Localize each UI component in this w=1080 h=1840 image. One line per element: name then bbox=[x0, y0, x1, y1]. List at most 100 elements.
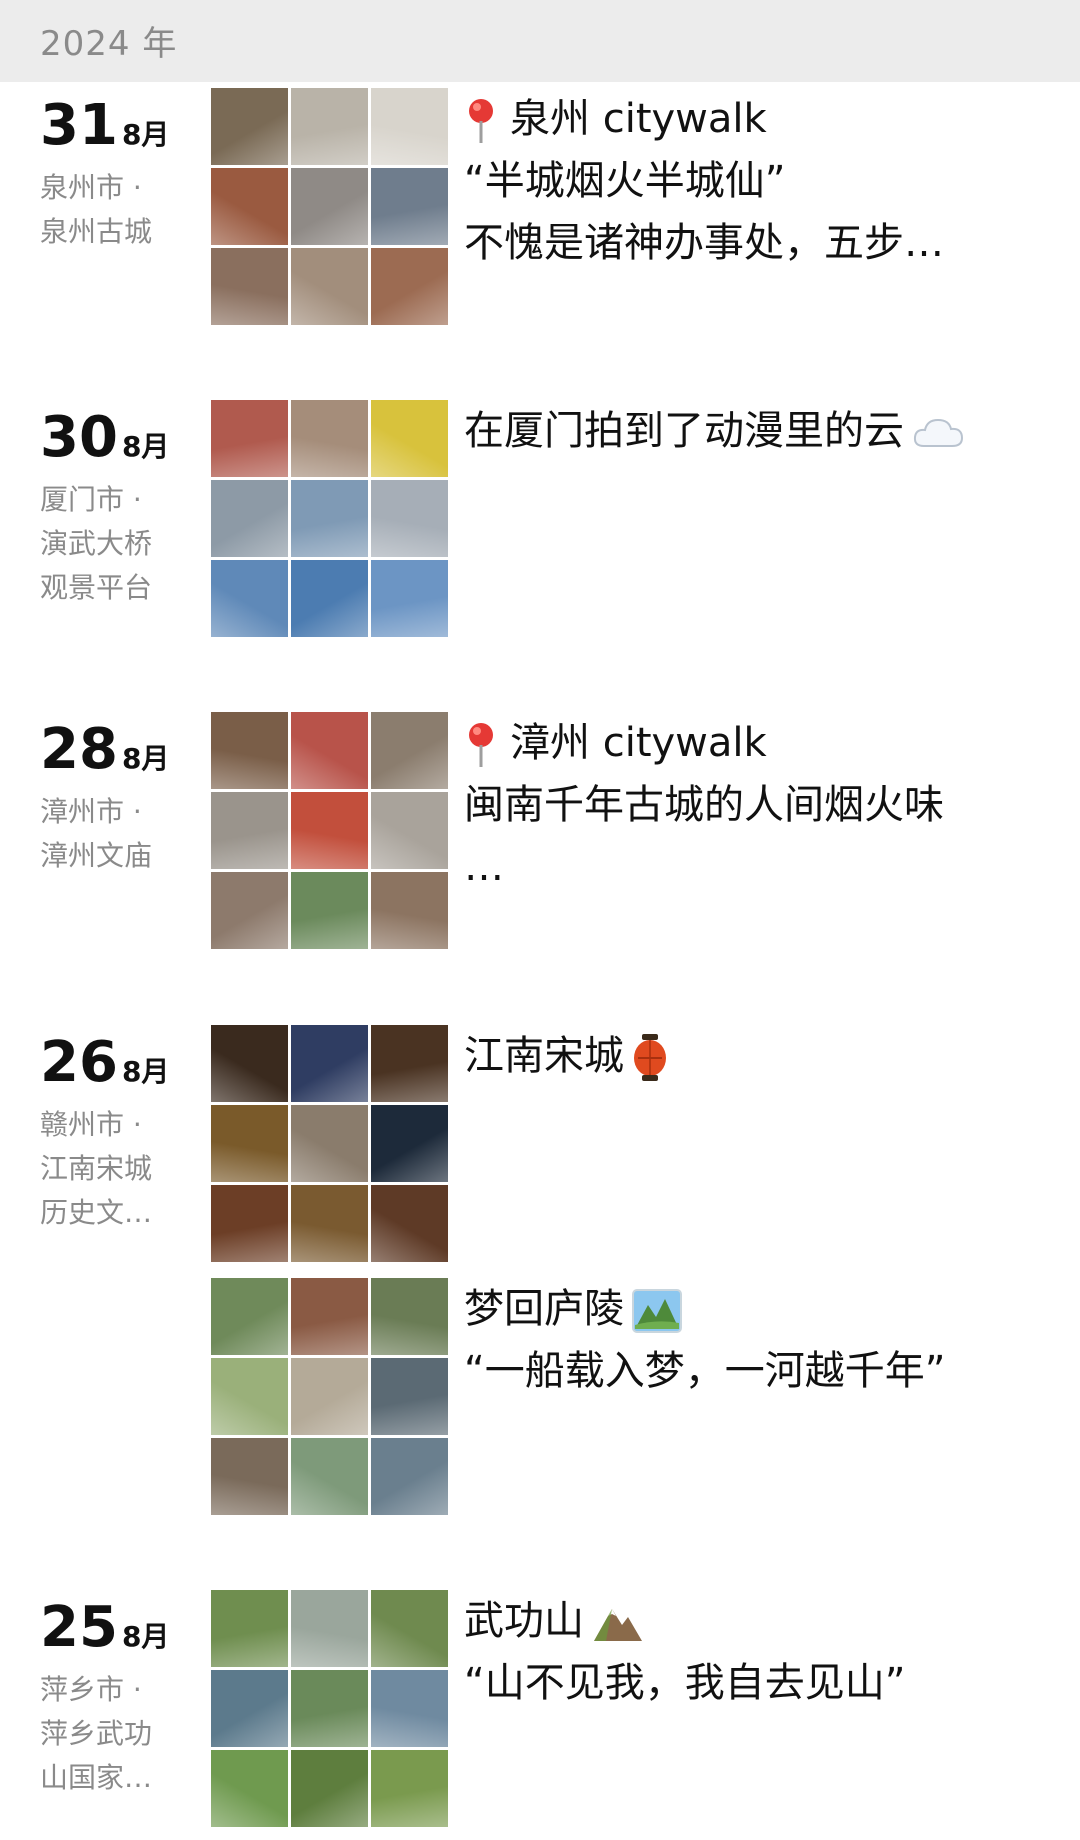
post-location: 漳州市 · 漳州文庙 bbox=[40, 790, 170, 878]
photo-thumbnail[interactable] bbox=[371, 1105, 448, 1182]
caption-line: … bbox=[464, 844, 504, 890]
date-day: 30 bbox=[40, 405, 118, 470]
photo-thumbnail[interactable] bbox=[211, 480, 288, 557]
photo-grid[interactable] bbox=[211, 1025, 449, 1263]
photo-thumbnail[interactable] bbox=[291, 480, 368, 557]
moment-post[interactable]: 31 8月 泉州市 · 泉州古城 泉州 citywalk “半城烟火半城仙” 不愧… bbox=[0, 88, 1080, 334]
caption-line: 武功山 bbox=[464, 1598, 584, 1644]
post-date: 31 8月 bbox=[40, 98, 169, 154]
photo-thumbnail[interactable] bbox=[211, 168, 288, 245]
post-location: 赣州市 · 江南宋城 历史文… bbox=[40, 1103, 170, 1235]
photo-thumbnail[interactable] bbox=[291, 1105, 368, 1182]
photo-thumbnail[interactable] bbox=[291, 712, 368, 789]
date-day: 25 bbox=[40, 1595, 118, 1660]
date-day: 28 bbox=[40, 717, 118, 782]
photo-thumbnail[interactable] bbox=[291, 1438, 368, 1515]
photo-grid[interactable] bbox=[211, 1278, 449, 1516]
photo-thumbnail[interactable] bbox=[371, 1590, 448, 1667]
location-line: 萍乡市 · bbox=[40, 1673, 142, 1706]
photo-thumbnail[interactable] bbox=[211, 872, 288, 949]
photo-thumbnail[interactable] bbox=[291, 168, 368, 245]
post-date: 30 8月 bbox=[40, 410, 169, 466]
photo-thumbnail[interactable] bbox=[211, 1105, 288, 1182]
photo-thumbnail[interactable] bbox=[211, 1438, 288, 1515]
photo-thumbnail[interactable] bbox=[371, 480, 448, 557]
photo-thumbnail[interactable] bbox=[371, 560, 448, 637]
photo-grid[interactable] bbox=[211, 400, 449, 638]
location-pin-icon bbox=[469, 723, 493, 767]
photo-thumbnail[interactable] bbox=[371, 1750, 448, 1827]
post-caption[interactable]: 武功山 “山不见我，我自去见山” bbox=[464, 1590, 1044, 1714]
location-pin-icon bbox=[469, 99, 493, 143]
photo-thumbnail[interactable] bbox=[291, 1670, 368, 1747]
photo-thumbnail[interactable] bbox=[371, 168, 448, 245]
post-caption[interactable]: 梦回庐陵 “一船载入梦，一河越千年” bbox=[464, 1278, 1044, 1402]
photo-thumbnail[interactable] bbox=[291, 1278, 368, 1355]
caption-line: 不愧是诸神办事处，五步… bbox=[464, 220, 944, 266]
photo-thumbnail[interactable] bbox=[291, 400, 368, 477]
photo-thumbnail[interactable] bbox=[291, 872, 368, 949]
photo-thumbnail[interactable] bbox=[211, 1025, 288, 1102]
year-label: 2024 年 bbox=[40, 24, 178, 64]
caption-line: 梦回庐陵 bbox=[464, 1286, 624, 1332]
photo-thumbnail[interactable] bbox=[211, 1750, 288, 1827]
photo-thumbnail[interactable] bbox=[291, 1025, 368, 1102]
photo-thumbnail[interactable] bbox=[211, 1590, 288, 1667]
photo-thumbnail[interactable] bbox=[291, 1590, 368, 1667]
date-day: 31 bbox=[40, 93, 118, 158]
caption-line: 泉州 citywalk bbox=[510, 96, 767, 142]
photo-thumbnail[interactable] bbox=[371, 88, 448, 165]
date-month: 8月 bbox=[121, 118, 170, 151]
photo-thumbnail[interactable] bbox=[371, 1438, 448, 1515]
date-day: 26 bbox=[40, 1030, 118, 1095]
moment-post[interactable]: 30 8月 厦门市 · 演武大桥 观景平台 在厦门拍到了动漫里的云 bbox=[0, 400, 1080, 646]
photo-grid[interactable] bbox=[211, 88, 449, 326]
photo-thumbnail[interactable] bbox=[371, 1185, 448, 1262]
location-line: 泉州市 · bbox=[40, 171, 142, 204]
photo-thumbnail[interactable] bbox=[371, 1358, 448, 1435]
photo-thumbnail[interactable] bbox=[291, 1185, 368, 1262]
photo-thumbnail[interactable] bbox=[211, 1358, 288, 1435]
photo-thumbnail[interactable] bbox=[371, 712, 448, 789]
location-line: 萍乡武功 bbox=[40, 1717, 153, 1750]
photo-thumbnail[interactable] bbox=[211, 1278, 288, 1355]
caption-line: 江南宋城 bbox=[464, 1033, 624, 1079]
moment-post[interactable]: 28 8月 漳州市 · 漳州文庙 漳州 citywalk 闽南千年古城的人间烟火味… bbox=[0, 712, 1080, 958]
photo-grid[interactable] bbox=[211, 712, 449, 950]
photo-thumbnail[interactable] bbox=[211, 712, 288, 789]
location-line: 江南宋城 bbox=[40, 1152, 153, 1185]
photo-thumbnail[interactable] bbox=[371, 1025, 448, 1102]
photo-grid[interactable] bbox=[211, 1590, 449, 1828]
photo-thumbnail[interactable] bbox=[291, 88, 368, 165]
moment-post[interactable]: 梦回庐陵 “一船载入梦，一河越千年” bbox=[0, 1278, 1080, 1524]
photo-thumbnail[interactable] bbox=[211, 248, 288, 325]
moment-post[interactable]: 25 8月 萍乡市 · 萍乡武功 山国家… 武功山 “山不见我，我自去见山” bbox=[0, 1590, 1080, 1836]
photo-thumbnail[interactable] bbox=[211, 400, 288, 477]
photo-thumbnail[interactable] bbox=[371, 1670, 448, 1747]
location-line: 观景平台 bbox=[40, 571, 153, 604]
photo-thumbnail[interactable] bbox=[291, 792, 368, 869]
photo-thumbnail[interactable] bbox=[211, 792, 288, 869]
photo-thumbnail[interactable] bbox=[371, 792, 448, 869]
photo-thumbnail[interactable] bbox=[371, 248, 448, 325]
photo-thumbnail[interactable] bbox=[371, 1278, 448, 1355]
photo-thumbnail[interactable] bbox=[211, 1185, 288, 1262]
post-caption[interactable]: 泉州 citywalk “半城烟火半城仙” 不愧是诸神办事处，五步… bbox=[464, 88, 1044, 274]
post-caption[interactable]: 漳州 citywalk 闽南千年古城的人间烟火味 … bbox=[464, 712, 1044, 898]
photo-thumbnail[interactable] bbox=[291, 1750, 368, 1827]
photo-thumbnail[interactable] bbox=[291, 248, 368, 325]
photo-thumbnail[interactable] bbox=[291, 560, 368, 637]
photo-thumbnail[interactable] bbox=[211, 1670, 288, 1747]
post-caption[interactable]: 江南宋城 bbox=[464, 1025, 1044, 1087]
photo-thumbnail[interactable] bbox=[371, 872, 448, 949]
post-caption[interactable]: 在厦门拍到了动漫里的云 bbox=[464, 400, 1044, 462]
moment-post[interactable]: 26 8月 赣州市 · 江南宋城 历史文… 江南宋城 bbox=[0, 1025, 1080, 1271]
photo-thumbnail[interactable] bbox=[371, 400, 448, 477]
caption-line: “一船载入梦，一河越千年” bbox=[464, 1348, 946, 1394]
photo-thumbnail[interactable] bbox=[211, 88, 288, 165]
photo-thumbnail[interactable] bbox=[291, 1358, 368, 1435]
caption-line: “山不见我，我自去见山” bbox=[464, 1660, 906, 1706]
lantern-icon bbox=[634, 1034, 666, 1081]
photo-thumbnail[interactable] bbox=[211, 560, 288, 637]
location-line: 山国家… bbox=[40, 1761, 153, 1794]
